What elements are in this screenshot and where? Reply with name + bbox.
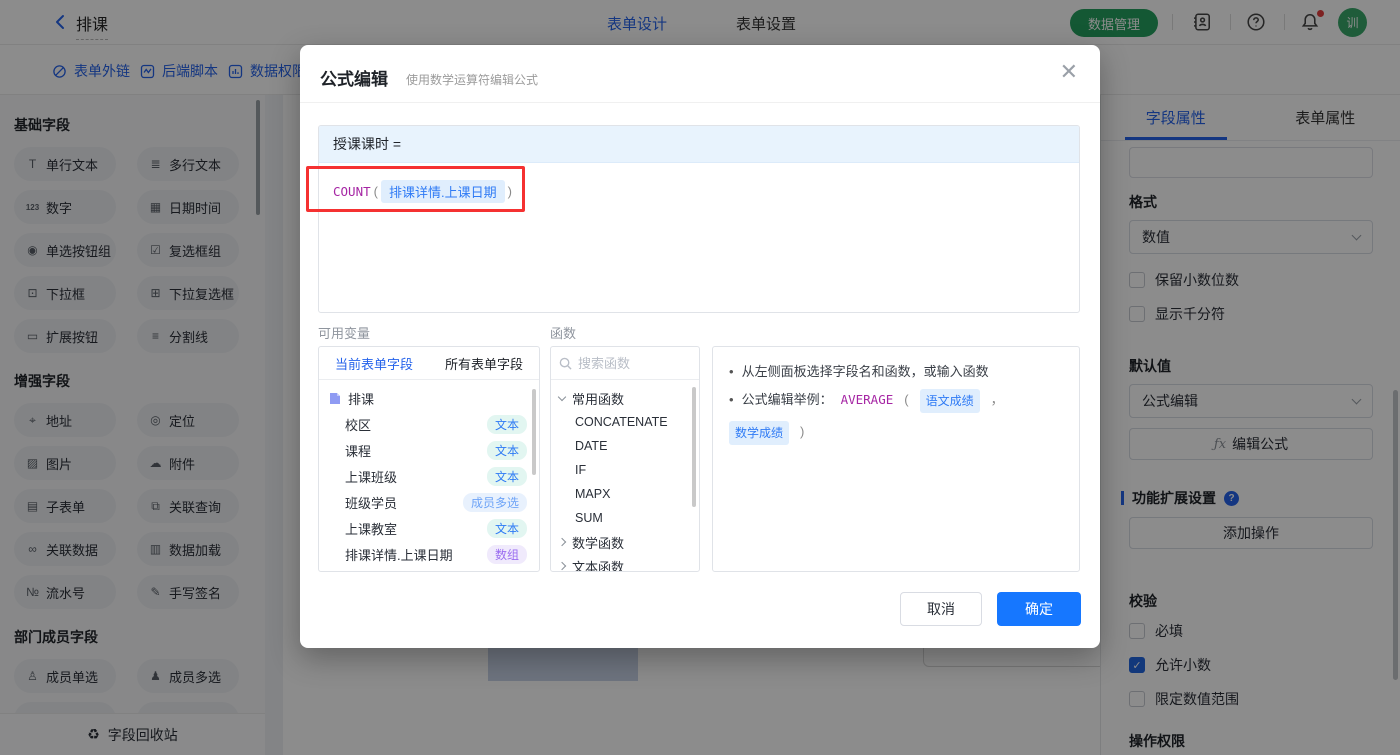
variable-row[interactable]: 班级学员 成员多选 [319, 489, 539, 515]
function-item[interactable]: SUM [551, 506, 699, 530]
close-icon[interactable]: ✕ [1060, 61, 1078, 83]
annotation-red-box [306, 166, 525, 212]
function-search-input[interactable] [578, 355, 678, 371]
function-item[interactable]: IF [551, 458, 699, 482]
function-item[interactable]: DATE [551, 434, 699, 458]
cancel-button[interactable]: 取消 [900, 592, 982, 626]
function-group[interactable]: 常用函数 [551, 386, 699, 410]
header-divider [300, 102, 1100, 103]
help-example-line: • 公式编辑举例： AVERAGE(语文成绩，数学成绩) [729, 389, 1063, 445]
variable-row[interactable]: 排课详情.上课日期 数组 [319, 541, 539, 567]
formula-target: 授课课时 = [319, 126, 1079, 163]
type-badge: 文本 [486, 518, 527, 538]
formula-editor-modal: 公式编辑 使用数学运算符编辑公式 ✕ 授课课时 = COUNT ( 排课详情.上… [300, 45, 1100, 648]
function-search[interactable] [551, 347, 699, 380]
caret-down-icon [557, 392, 567, 401]
caret-right-icon [557, 561, 567, 571]
functions-label: 函数 [550, 326, 577, 341]
caret-right-icon [557, 537, 567, 547]
type-badge: 文本 [486, 440, 527, 460]
formula-editor-box[interactable]: 授课课时 = COUNT ( 排课详情.上课日期 ) [318, 125, 1080, 313]
confirm-button[interactable]: 确定 [997, 592, 1081, 626]
type-badge: 文本 [486, 466, 527, 486]
variables-root-node[interactable]: 排课 [319, 385, 539, 411]
help-line: • 从左侧面板选择字段名和函数，或输入函数 [729, 364, 989, 379]
variable-row[interactable]: 上课班级 文本 [319, 463, 539, 489]
example-field-chip: 数学成绩 [729, 421, 790, 445]
function-group[interactable]: 文本函数 [551, 554, 699, 571]
functions-panel: 常用函数 CONCATENATE DATE IF MAPX SUM 数学函数 文… [550, 346, 700, 572]
variables-panel: 当前表单字段 所有表单字段 排课 校区 文本 课程 文本 上课班级 文本 班级学员 成员… [318, 346, 540, 572]
search-icon [559, 357, 572, 370]
type-badge: 数组 [486, 544, 527, 564]
form-doc-icon [330, 392, 340, 404]
help-panel: • 从左侧面板选择字段名和函数，或输入函数 • 公式编辑举例： AVERAGE(语文成… [712, 346, 1080, 572]
function-item[interactable]: MAPX [551, 482, 699, 506]
function-keyword: AVERAGE [840, 392, 894, 407]
function-group[interactable]: 数学函数 [551, 530, 699, 554]
type-badge: 成员多选 [462, 492, 527, 512]
variables-tabs: 当前表单字段 所有表单字段 [319, 347, 539, 380]
variables-scrollbar[interactable] [532, 389, 536, 475]
type-badge: 文本 [486, 414, 527, 434]
variable-row[interactable]: 课程 文本 [319, 437, 539, 463]
function-item[interactable]: CONCATENATE [551, 410, 699, 434]
variable-row[interactable]: 校区 文本 [319, 411, 539, 437]
modal-title: 公式编辑 [320, 70, 388, 89]
variables-label: 可用变量 [318, 326, 371, 341]
tab-all-form-fields[interactable]: 所有表单字段 [429, 347, 539, 379]
example-field-chip: 语文成绩 [919, 389, 980, 413]
variable-row[interactable]: 上课教室 文本 [319, 515, 539, 541]
functions-scrollbar[interactable] [692, 387, 696, 507]
modal-subtitle: 使用数学运算符编辑公式 [406, 73, 539, 87]
tab-current-form-fields[interactable]: 当前表单字段 [319, 347, 429, 379]
